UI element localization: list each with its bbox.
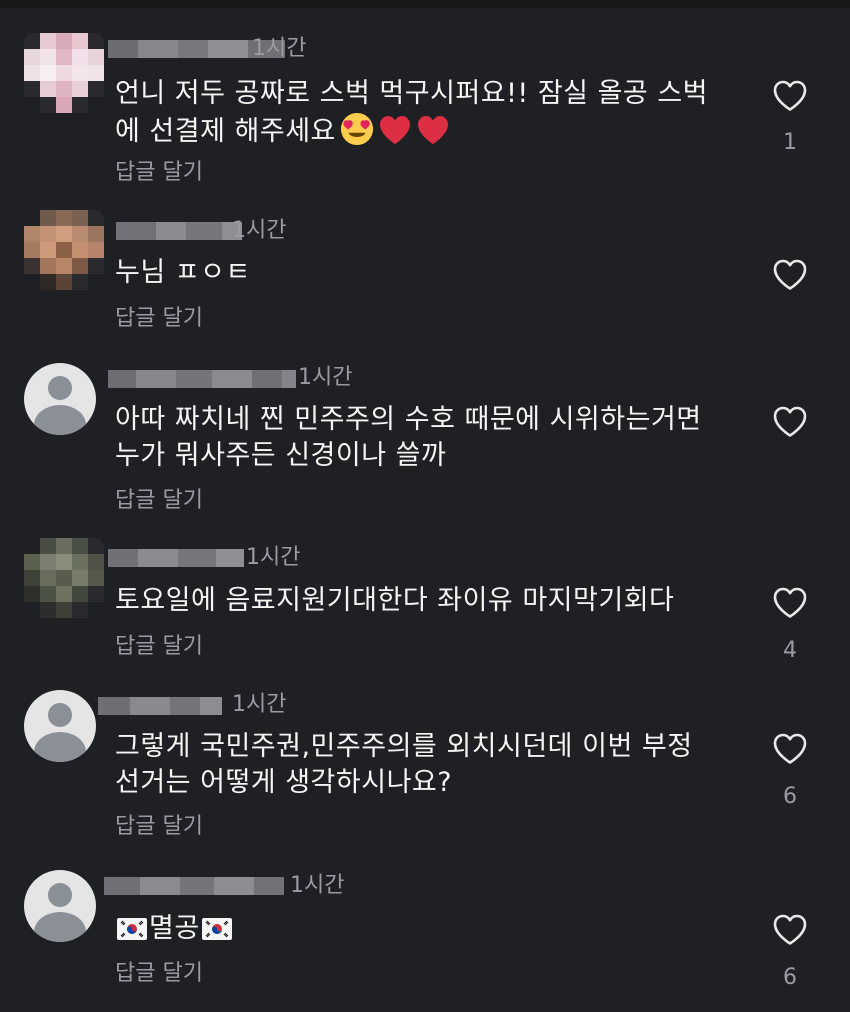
- like-count: 6: [783, 965, 797, 990]
- avatar[interactable]: [24, 210, 104, 290]
- red-heart-emoji: [417, 115, 448, 145]
- heart-icon[interactable]: [772, 913, 808, 946]
- korea-flag-emoji: [117, 918, 147, 940]
- comment-text: 멸공: [115, 911, 735, 947]
- avatar[interactable]: [24, 33, 104, 113]
- username-blurred[interactable]: [104, 877, 284, 895]
- heart-icon[interactable]: [772, 586, 808, 619]
- comment-time: 1시간: [246, 545, 301, 570]
- comment-time: 1시간: [290, 873, 345, 898]
- like-count: 1: [783, 130, 797, 155]
- default-avatar-icon[interactable]: [24, 870, 96, 942]
- default-avatar-icon[interactable]: [24, 363, 96, 435]
- like-count: 4: [783, 638, 797, 663]
- username-blurred[interactable]: [98, 697, 222, 715]
- heart-icon[interactable]: [772, 732, 808, 765]
- heart-eyes-emoji: [340, 112, 373, 146]
- username-blurred[interactable]: [116, 222, 242, 240]
- comment-text: 그렇게 국민주권,민주주의를 외치시던데 이번 부정 선거는 어떻게 생각하시나…: [115, 731, 693, 798]
- comment-time: 1시간: [232, 218, 287, 243]
- reply-button[interactable]: 답글 달기: [115, 160, 203, 186]
- username-blurred[interactable]: [108, 370, 296, 388]
- reply-button[interactable]: 답글 달기: [115, 814, 203, 840]
- heart-icon[interactable]: [772, 258, 808, 291]
- reply-button[interactable]: 답글 달기: [115, 306, 203, 332]
- reply-button[interactable]: 답글 달기: [115, 634, 203, 660]
- like-count: 6: [783, 784, 797, 809]
- comment-time: 1시간: [252, 36, 307, 61]
- red-heart-emoji: [379, 115, 410, 145]
- reply-button[interactable]: 답글 달기: [115, 961, 203, 987]
- heart-icon[interactable]: [772, 405, 808, 438]
- default-avatar-icon[interactable]: [24, 690, 96, 762]
- comment-time: 1시간: [298, 365, 353, 390]
- comment-text: 누님 ㅍㅇㅌ: [115, 257, 251, 288]
- heart-icon[interactable]: [772, 79, 808, 112]
- username-blurred[interactable]: [108, 549, 244, 567]
- korea-flag-emoji: [201, 918, 232, 940]
- top-divider: [0, 0, 850, 8]
- comment-text: 언니 저두 공짜로 스벅 먹구시퍼요!! 잠실 올공 스벅 에 선결제 해주세요: [115, 78, 709, 147]
- reply-button[interactable]: 답글 달기: [115, 488, 203, 514]
- comment-text: 아따 짜치네 찐 민주주의 수호 때문에 시위하는거면 누가 뭐사주든 신경이나…: [115, 404, 702, 471]
- avatar[interactable]: [24, 538, 104, 618]
- comment-time: 1시간: [232, 692, 287, 717]
- comment-text: 토요일에 음료지원기대한다 좌이유 마지막기회다: [115, 585, 675, 616]
